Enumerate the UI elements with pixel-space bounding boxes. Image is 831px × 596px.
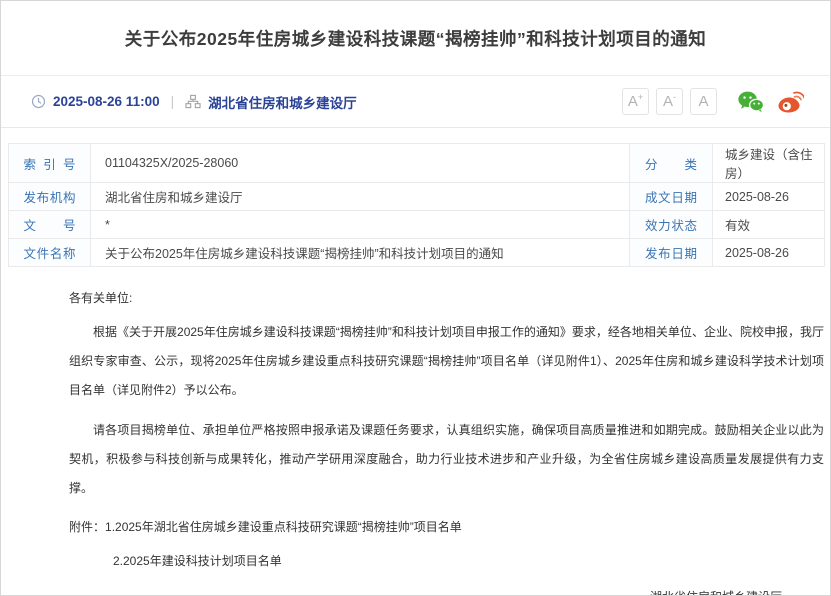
field-label: 索引号: [9, 144, 91, 183]
field-value: 湖北省住房和城乡建设厅: [91, 183, 630, 211]
weibo-share-icon[interactable]: [776, 90, 804, 114]
attachment-item: 2.2025年建设科技计划项目名单: [113, 554, 282, 568]
field-label: 发布机构: [9, 183, 91, 211]
signature-block: 湖北省住房和城乡建设厅 2025年8月26日: [69, 588, 824, 596]
field-label: 发布日期: [630, 239, 713, 267]
field-label: 效力状态: [630, 211, 713, 239]
meta-separator: |: [160, 94, 186, 109]
sitemap-icon: [185, 94, 201, 109]
font-reset-button[interactable]: A: [690, 88, 717, 115]
field-value: 2025-08-26: [713, 183, 825, 211]
source-agency-link[interactable]: 湖北省住房和城乡建设厅: [208, 92, 357, 112]
field-label: 文号: [9, 211, 91, 239]
signature-agency: 湖北省住房和城乡建设厅: [69, 588, 782, 596]
document-body: 各有关单位: 根据《关于开展2025年住房城乡建设科技课题“揭榜挂帅”和科技计划…: [1, 267, 830, 596]
meta-info: 2025-08-26 11:00 | 湖北省住房和城乡建设厅: [31, 92, 357, 112]
field-value: 有效: [713, 211, 825, 239]
field-value: 2025-08-26: [713, 239, 825, 267]
page-title: 关于公布2025年住房城乡建设科技课题“揭榜挂帅”和科技计划项目的通知: [125, 26, 706, 51]
table-row: 文号 * 效力状态 有效: [9, 211, 825, 239]
publish-datetime: 2025-08-26 11:00: [53, 94, 160, 109]
meta-bar: 2025-08-26 11:00 | 湖北省住房和城乡建设厅 A+ A- A: [1, 76, 830, 128]
field-label: 文件名称: [9, 239, 91, 267]
attachment-line: 附件：1.2025年湖北省住房城乡建设重点科技研究课题“揭榜挂帅”项目名单: [69, 518, 824, 537]
document-info-table: 索引号 01104325X/2025-28060 分类 城乡建设（含住房） 发布…: [8, 143, 825, 267]
body-paragraph: 根据《关于开展2025年住房城乡建设科技课题“揭榜挂帅”和科技计划项目申报工作的…: [69, 318, 824, 405]
font-increase-button[interactable]: A+: [622, 88, 649, 115]
field-value: 关于公布2025年住房城乡建设科技课题“揭榜挂帅”和科技计划项目的通知: [91, 239, 630, 267]
attachment-line: 2.2025年建设科技计划项目名单: [69, 552, 824, 571]
attachment-item: 1.2025年湖北省住房城乡建设重点科技研究课题“揭榜挂帅”项目名单: [105, 520, 462, 534]
field-label: 成文日期: [630, 183, 713, 211]
field-label: 分类: [630, 144, 713, 183]
table-row: 发布机构 湖北省住房和城乡建设厅 成文日期 2025-08-26: [9, 183, 825, 211]
attachments-label: 附件：: [69, 520, 105, 534]
field-value: 城乡建设（含住房）: [713, 144, 825, 183]
field-value: 01104325X/2025-28060: [91, 144, 630, 183]
wechat-share-icon[interactable]: [737, 90, 764, 114]
title-section: 关于公布2025年住房城乡建设科技课题“揭榜挂帅”和科技计划项目的通知: [1, 1, 830, 76]
table-row: 索引号 01104325X/2025-28060 分类 城乡建设（含住房）: [9, 144, 825, 183]
notice-page: 关于公布2025年住房城乡建设科技课题“揭榜挂帅”和科技计划项目的通知 2025…: [0, 0, 831, 596]
salutation: 各有关单位:: [69, 289, 824, 308]
table-row: 文件名称 关于公布2025年住房城乡建设科技课题“揭榜挂帅”和科技计划项目的通知…: [9, 239, 825, 267]
font-decrease-button[interactable]: A-: [656, 88, 683, 115]
field-value: *: [91, 211, 630, 239]
body-paragraph: 请各项目揭榜单位、承担单位严格按照申报承诺及课题任务要求，认真组织实施，确保项目…: [69, 416, 824, 503]
meta-tools: A+ A- A: [615, 88, 804, 115]
clock-icon: [31, 94, 46, 109]
